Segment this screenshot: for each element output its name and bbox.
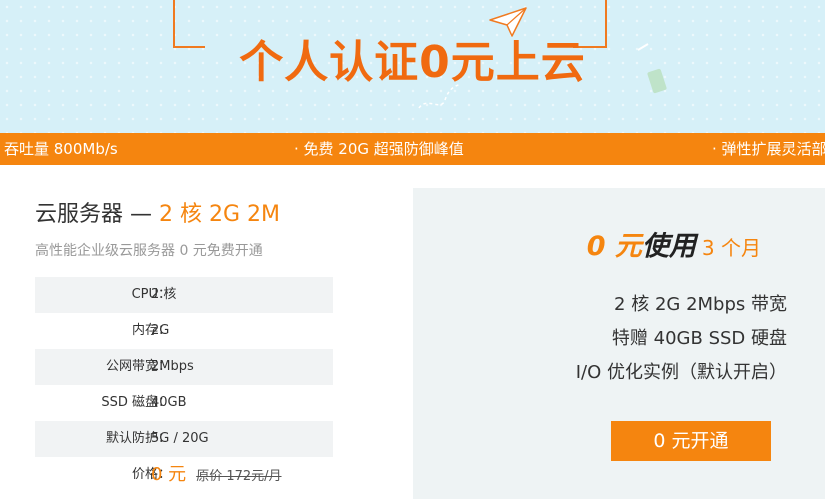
offer-duration: 3 个月	[701, 236, 761, 260]
spec-row-bandwidth: 公网带宽： 2Mbps	[35, 349, 333, 385]
spec-value: 2G	[151, 323, 170, 338]
current-price: 0 元	[151, 464, 187, 485]
spec-row-protection: 默认防护： 5G / 20G	[35, 421, 333, 457]
original-price: 原价 172元/月	[196, 469, 282, 484]
spec-value: 5G / 20G	[151, 431, 209, 446]
offer-use: 使用	[641, 231, 696, 262]
offer-feature: I/O 优化实例（默认开启）	[575, 362, 787, 383]
offer-feature: 2 核 2G 2Mbps 带宽	[614, 294, 787, 315]
spec-row-disk: SSD 磁盘： 40GB	[35, 385, 333, 421]
offer-headline: 0 元使用 3 个月	[413, 224, 825, 263]
product-title-spec: 2 核 2G 2M	[159, 202, 281, 227]
offer-panel: 0 元使用 3 个月 2 核 2G 2Mbps 带宽 特赠 40GB SSD 硬盘…	[413, 188, 825, 499]
hero-title: 个人认证0元上云	[239, 37, 586, 88]
product-title: 云服务器 — 2 核 2G 2M	[35, 196, 280, 228]
spec-row-price: 价格： 0 元原价 172元/月	[35, 457, 333, 493]
spec-value: 40GB	[151, 395, 187, 410]
ticker-item: · 免费 20G 超强防御峰值	[294, 140, 464, 158]
offer-feature: 特赠 40GB SSD 硬盘	[611, 328, 787, 349]
offer-free: 0 元	[586, 231, 642, 262]
product-subtitle: 高性能企业级云服务器 0 元免费开通	[35, 243, 263, 259]
spec-value: 2 核	[151, 287, 177, 302]
spec-row-cpu: CPU： 2 核	[35, 277, 333, 313]
product-title-prefix: 云服务器 —	[35, 202, 152, 227]
spec-value: 2Mbps	[151, 359, 194, 374]
spec-row-memory: 内存： 2G	[35, 313, 333, 349]
price-value: 0 元原价 172元/月	[151, 457, 282, 495]
activate-free-button[interactable]: 0 元开通	[611, 421, 771, 461]
spec-table: CPU： 2 核 内存： 2G 公网带宽： 2Mbps SSD 磁盘： 40GB…	[35, 277, 333, 493]
hero-banner: 个人认证0元上云	[0, 0, 825, 133]
ticker-item: · 弹性扩展灵活部	[712, 140, 825, 158]
ticker-item: 吞吐量 800Mb/s	[4, 140, 118, 158]
feature-ticker: 吞吐量 800Mb/s · 免费 20G 超强防御峰值 · 弹性扩展灵活部	[0, 133, 825, 165]
